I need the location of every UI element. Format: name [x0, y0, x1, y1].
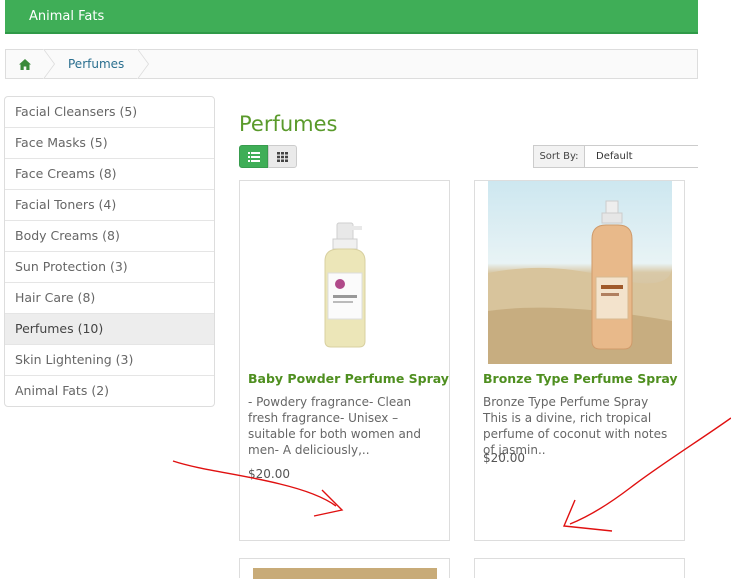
sidebar-item-perfumes[interactable]: Perfumes (10) [5, 314, 214, 345]
breadcrumb-current[interactable]: Perfumes [68, 57, 124, 71]
product-price: $20.00 [483, 451, 525, 465]
sort-select[interactable]: Default [584, 145, 698, 168]
product-card[interactable]: Bronze Type Perfume Spray Bronze Type Pe… [474, 180, 685, 541]
page-title: Perfumes [239, 112, 338, 136]
product-image-baby-powder[interactable] [253, 181, 437, 364]
list-view-button[interactable] [239, 145, 268, 168]
product-card-partial[interactable] [239, 558, 450, 579]
category-header-bar[interactable]: Animal Fats [5, 0, 698, 34]
sidebar-item-facial-cleansers[interactable]: Facial Cleansers (5) [5, 97, 214, 128]
sidebar-item-face-masks[interactable]: Face Masks (5) [5, 128, 214, 159]
breadcrumb: Perfumes [5, 49, 698, 79]
product-name[interactable]: Baby Powder Perfume Spray [248, 371, 449, 386]
product-image-bronze[interactable] [488, 181, 672, 364]
product-description: - Powdery fragrance- Clean fresh fragran… [248, 395, 422, 457]
product-image-partial[interactable] [253, 568, 437, 579]
product-name[interactable]: Bronze Type Perfume Spray [483, 371, 678, 386]
sidebar-item-facial-toners[interactable]: Facial Toners (4) [5, 190, 214, 221]
sidebar-item-sun-protection[interactable]: Sun Protection (3) [5, 252, 214, 283]
product-card[interactable]: Baby Powder Perfume Spray - Powdery frag… [239, 180, 450, 541]
breadcrumb-separator-fill [137, 49, 148, 79]
list-icon [247, 151, 260, 162]
breadcrumb-separator-fill [43, 49, 54, 79]
home-icon [19, 58, 31, 70]
sidebar-item-hair-care[interactable]: Hair Care (8) [5, 283, 214, 314]
sidebar-item-body-creams[interactable]: Body Creams (8) [5, 221, 214, 252]
product-description: Bronze Type Perfume Spray This is a divi… [483, 395, 668, 457]
category-header-label[interactable]: Animal Fats [29, 9, 104, 24]
sidebar-item-skin-lightening[interactable]: Skin Lightening (3) [5, 345, 214, 376]
sort-by-label: Sort By: [533, 145, 585, 168]
sidebar-item-face-creams[interactable]: Face Creams (8) [5, 159, 214, 190]
grid-view-button[interactable] [268, 145, 297, 168]
sidebar-item-animal-fats[interactable]: Animal Fats (2) [5, 376, 214, 406]
product-card-partial[interactable] [474, 558, 685, 578]
grid-icon [277, 151, 288, 162]
category-sidebar: Facial Cleansers (5) Face Masks (5) Face… [4, 96, 215, 407]
product-price: $20.00 [248, 467, 290, 481]
breadcrumb-home-link[interactable] [6, 50, 44, 78]
